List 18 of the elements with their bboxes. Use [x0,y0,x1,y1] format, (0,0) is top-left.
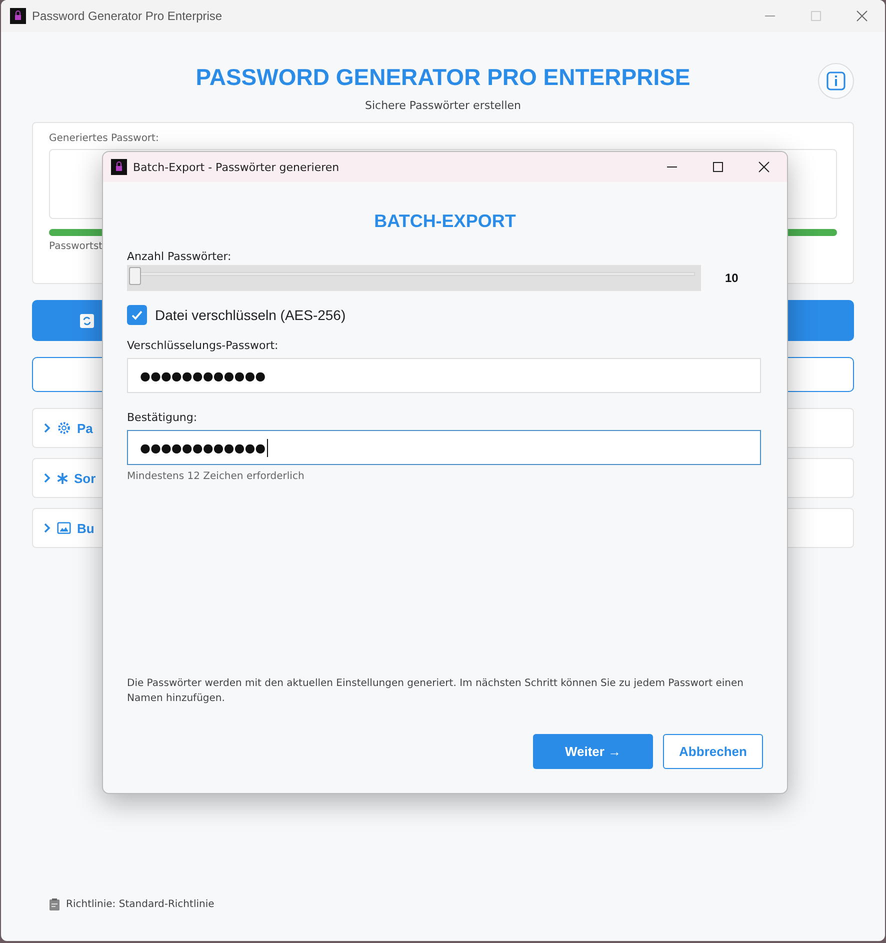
section-title: Bu [77,520,94,536]
policy-text: Richtlinie: Standard-Richtlinie [66,899,214,910]
info-text: Die Passwörter werden mit den aktuellen Einstellungen generiert. Im nächsten Schritt können Sie zu jedem Passwort einen Namen hinzufügen. [127,677,745,706]
field-label: Anzahl Passwörter: [127,250,232,263]
dialog-heading: BATCH-EXPORT [373,211,517,232]
hint-text: Mindestens 12 Zeichen erforderlich [127,471,306,482]
section-title: Sor [74,470,96,486]
app-heading: PASSWORD GENERATOR PRO ENTERPRISE [196,64,690,91]
field-label: Bestätigung: [127,411,198,424]
app-subtitle: Sichere Passwörter erstellen [364,99,521,112]
checkbox-label: Datei verschlüsseln (AES-256) [155,307,346,323]
window-title: Password Generator Pro Enterprise [32,9,222,23]
strength-label: Passwortst [49,241,104,252]
slider-value: 10 [725,271,738,285]
field-label: Generiertes Passwort: [49,133,160,144]
dialog-title: Batch-Export - Passwörter generieren [133,160,340,174]
field-label: Verschlüsselungs-Passwort: [127,339,280,352]
section-title: Pa [77,420,93,436]
